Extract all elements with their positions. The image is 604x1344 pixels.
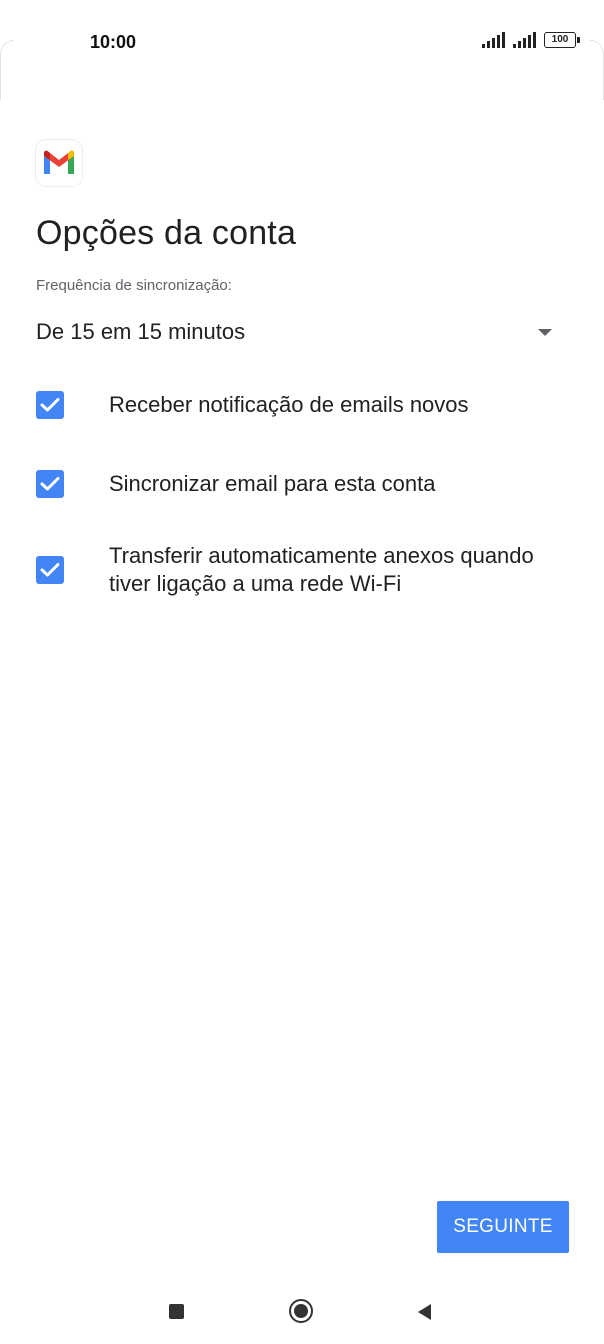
navigation-bar (0, 1282, 604, 1344)
status-time: 10:00 (90, 32, 137, 52)
option-label: Sincronizar email para esta conta (109, 471, 436, 496)
signal-icon (513, 32, 536, 48)
screen: 10:00 100 Opções da conta Frequência de … (0, 0, 604, 1344)
battery-icon: 100 (544, 32, 580, 48)
home-icon[interactable] (289, 1299, 313, 1323)
dropdown-arrow-icon (538, 328, 552, 336)
recents-icon[interactable] (169, 1304, 184, 1319)
back-icon[interactable] (418, 1304, 431, 1320)
card-border (590, 40, 604, 100)
option-label: Receber notificação de emails novos (109, 392, 469, 417)
gmail-icon (36, 140, 82, 186)
status-icons: 100 (482, 32, 580, 48)
option-sync-email[interactable]: Sincronizar email para esta conta (36, 470, 576, 498)
sync-frequency-label: Frequência de sincronização: (36, 277, 232, 294)
option-auto-download-attachments[interactable]: Transferir automaticamente anexos quando… (36, 542, 576, 598)
card-border (0, 40, 14, 100)
checkbox-checked[interactable] (36, 556, 64, 584)
checkbox-checked[interactable] (36, 391, 64, 419)
option-label: Transferir automaticamente anexos quando… (109, 543, 534, 596)
option-notify-new-emails[interactable]: Receber notificação de emails novos (36, 391, 576, 419)
checkmark-icon (40, 477, 60, 491)
sync-frequency-value: De 15 em 15 minutos (36, 319, 246, 344)
checkmark-icon (40, 398, 60, 412)
next-button[interactable]: SEGUINTE (437, 1201, 569, 1253)
sync-frequency-dropdown[interactable]: De 15 em 15 minutos (36, 312, 560, 352)
checkmark-icon (40, 563, 60, 577)
page-title: Opções da conta (36, 214, 297, 252)
checkbox-checked[interactable] (36, 470, 64, 498)
signal-icon (482, 32, 505, 48)
